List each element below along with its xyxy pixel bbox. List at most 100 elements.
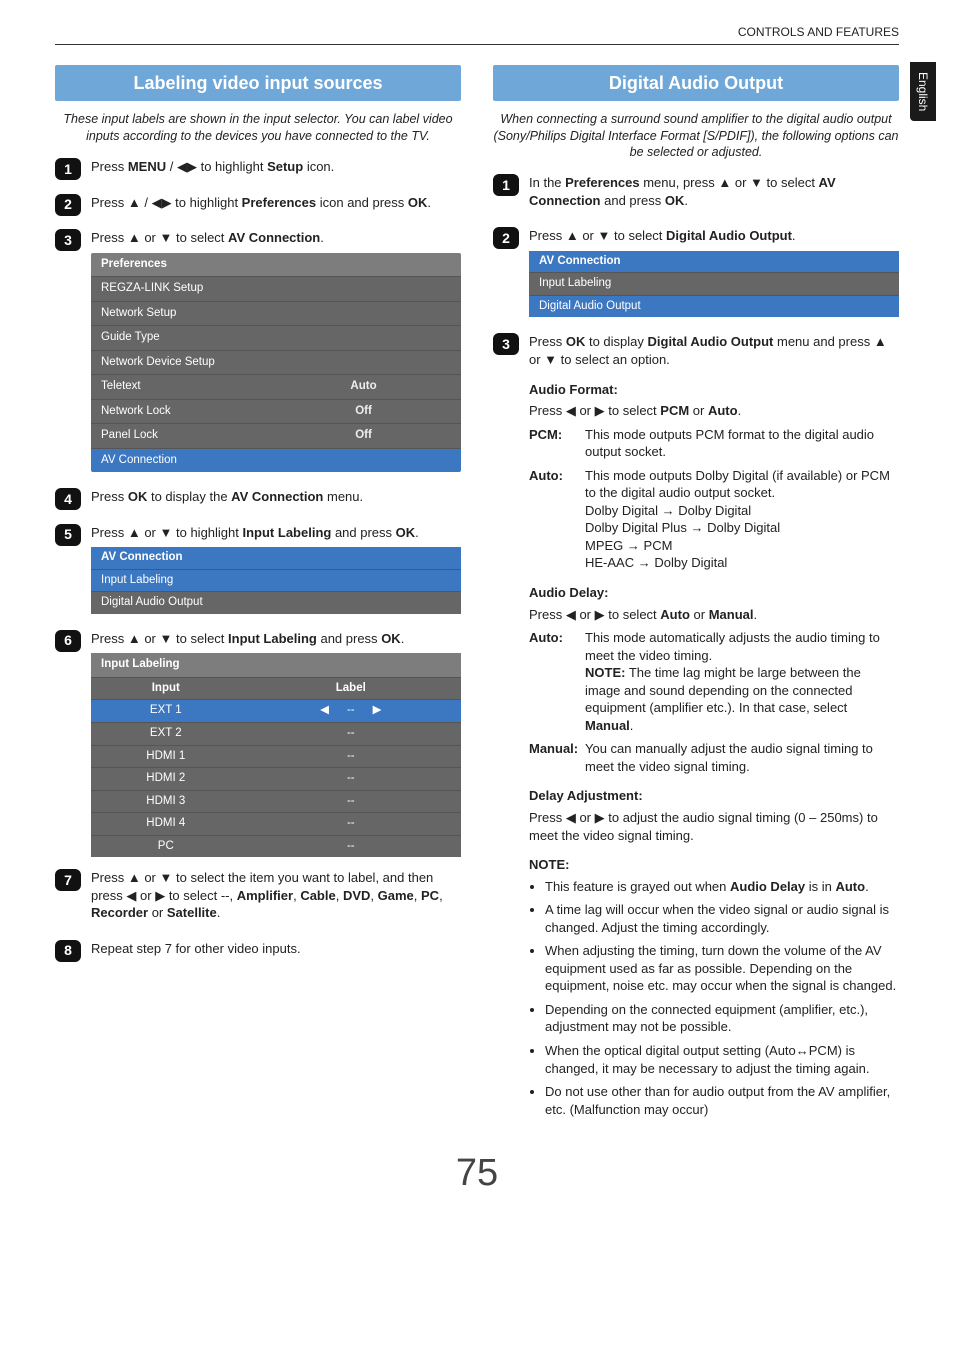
arrow-right-icon: → xyxy=(638,555,651,570)
menu-row: Digital Audio Output xyxy=(91,591,461,614)
left-icon: ◀ xyxy=(566,809,576,827)
down-icon: ▼ xyxy=(160,229,173,247)
arrow-lr-icon: ↔ xyxy=(796,1043,809,1058)
rstep-1: In the Preferences menu, press ▲ or ▼ to… xyxy=(529,174,899,215)
up-icon: ▲ xyxy=(128,229,141,247)
rstep-2: Press ▲ or ▼ to select Digital Audio Out… xyxy=(529,227,899,321)
step-2: Press ▲ / ◀▶ to highlight Preferences ic… xyxy=(91,194,461,218)
right-icon: ▶ xyxy=(595,606,605,624)
delay-adjustment-heading: Delay Adjustment: xyxy=(529,787,899,805)
delay-manual-desc: You can manually adjust the audio signal… xyxy=(585,740,899,775)
down-icon: ▼ xyxy=(598,227,611,245)
note-item: A time lag will occur when the video sig… xyxy=(545,901,899,936)
step-4: Press OK to display the AV Connection me… xyxy=(91,488,461,512)
left-intro: These input labels are shown in the inpu… xyxy=(55,111,461,144)
left-icon: ◀ xyxy=(320,703,329,719)
input-labeling-table: Input Labeling Input Label EXT 1 ◀--▶ EX… xyxy=(91,653,461,857)
left-icon: ◀ xyxy=(566,402,576,420)
arrow-right-icon: → xyxy=(662,503,675,518)
up-icon: ▲ xyxy=(566,227,579,245)
step-6: Press ▲ or ▼ to select Input Labeling an… xyxy=(91,630,461,857)
page-number: 75 xyxy=(55,1148,899,1199)
arrow-right-icon: → xyxy=(691,520,704,535)
audio-format-line: Press ◀ or ▶ to select PCM or Auto. xyxy=(529,402,899,420)
arrow-right-icon: → xyxy=(627,538,640,553)
step-badge-3: 3 xyxy=(493,333,519,355)
down-icon: ▼ xyxy=(750,174,763,192)
table-row: PC-- xyxy=(91,835,461,858)
up-icon: ▲ xyxy=(128,524,141,542)
menu-row: Guide Type xyxy=(91,325,461,350)
note-item: Do not use other than for audio output f… xyxy=(545,1083,899,1118)
down-icon: ▼ xyxy=(544,351,557,369)
right-column: Digital Audio Output When connecting a s… xyxy=(493,65,899,1136)
menu-title: AV Connection xyxy=(529,251,899,273)
menu-row-selected: Input Labeling xyxy=(91,569,461,592)
left-icon: ◀ xyxy=(177,158,187,176)
menu-row-selected: Digital Audio Output xyxy=(529,295,899,318)
menu-row: Network Device Setup xyxy=(91,350,461,375)
up-icon: ▲ xyxy=(128,869,141,887)
audio-format-heading: Audio Format: xyxy=(529,381,899,399)
left-column: Labeling video input sources These input… xyxy=(55,65,461,1136)
table-row: HDMI 3-- xyxy=(91,790,461,813)
step-badge-2: 2 xyxy=(493,227,519,249)
auto-term: Auto: xyxy=(529,467,585,485)
step-badge-8: 8 xyxy=(55,940,81,962)
down-icon: ▼ xyxy=(160,524,173,542)
delay-auto-term: Auto: xyxy=(529,629,585,647)
menu-row: REGZA-LINK Setup xyxy=(91,276,461,301)
page-header: CONTROLS AND FEATURES xyxy=(55,24,899,45)
audio-delay-line: Press ◀ or ▶ to select Auto or Manual. xyxy=(529,606,899,624)
step-badge-5: 5 xyxy=(55,524,81,546)
menu-row: Panel LockOff xyxy=(91,423,461,448)
step-badge-6: 6 xyxy=(55,630,81,652)
avconn-menu: AV Connection Input Labeling Digital Aud… xyxy=(91,547,461,614)
table-row: EXT 2-- xyxy=(91,722,461,745)
down-icon: ▼ xyxy=(160,869,173,887)
left-icon: ◀ xyxy=(152,194,162,212)
right-icon: ▶ xyxy=(595,809,605,827)
delay-auto-desc: This mode automatically adjusts the audi… xyxy=(585,629,899,734)
step-badge-1: 1 xyxy=(493,174,519,196)
right-icon: ▶ xyxy=(155,887,165,905)
note-item: When the optical digital output setting … xyxy=(545,1042,899,1077)
left-icon: ◀ xyxy=(566,606,576,624)
language-tab: English xyxy=(910,62,936,121)
preferences-menu: Preferences REGZA-LINK Setup Network Set… xyxy=(91,253,461,473)
right-icon: ▶ xyxy=(595,402,605,420)
step-7: Press ▲ or ▼ to select the item you want… xyxy=(91,869,461,928)
step-badge-1: 1 xyxy=(55,158,81,180)
table-row: EXT 1 ◀--▶ xyxy=(91,699,461,722)
table-row: HDMI 1-- xyxy=(91,745,461,768)
table-row: HDMI 2-- xyxy=(91,767,461,790)
right-icon: ▶ xyxy=(187,158,197,176)
audio-format-defs: PCM: This mode outputs PCM format to the… xyxy=(529,426,899,572)
audio-delay-defs: Auto: This mode automatically adjusts th… xyxy=(529,629,899,775)
auto-desc: This mode outputs Dolby Digital (if avai… xyxy=(585,467,899,572)
step-5: Press ▲ or ▼ to highlight Input Labeling… xyxy=(91,524,461,618)
step-1: Press MENU / ◀▶ to highlight Setup icon. xyxy=(91,158,461,182)
menu-row-selected: AV Connection xyxy=(91,448,461,473)
right-icon: ▶ xyxy=(162,194,172,212)
left-section-title: Labeling video input sources xyxy=(55,65,461,101)
note-item: When adjusting the timing, turn down the… xyxy=(545,942,899,995)
audio-delay-heading: Audio Delay: xyxy=(529,584,899,602)
note-list: This feature is grayed out when Audio De… xyxy=(529,878,899,1119)
note-item: Depending on the connected equipment (am… xyxy=(545,1001,899,1036)
table-header: Input Label xyxy=(91,677,461,700)
step-badge-7: 7 xyxy=(55,869,81,891)
menu-row: Network LockOff xyxy=(91,399,461,424)
up-icon: ▲ xyxy=(874,333,887,351)
table-title: Input Labeling xyxy=(91,653,461,677)
note-item: This feature is grayed out when Audio De… xyxy=(545,878,899,896)
down-icon: ▼ xyxy=(160,630,173,648)
note-heading: NOTE: xyxy=(529,856,899,874)
table-row: HDMI 4-- xyxy=(91,812,461,835)
right-section-title: Digital Audio Output xyxy=(493,65,899,101)
menu-title: AV Connection xyxy=(91,547,461,569)
delay-adjustment-line: Press ◀ or ▶ to adjust the audio signal … xyxy=(529,809,899,844)
menu-row: TeletextAuto xyxy=(91,374,461,399)
right-icon: ▶ xyxy=(373,703,382,719)
menu-row: Network Setup xyxy=(91,301,461,326)
